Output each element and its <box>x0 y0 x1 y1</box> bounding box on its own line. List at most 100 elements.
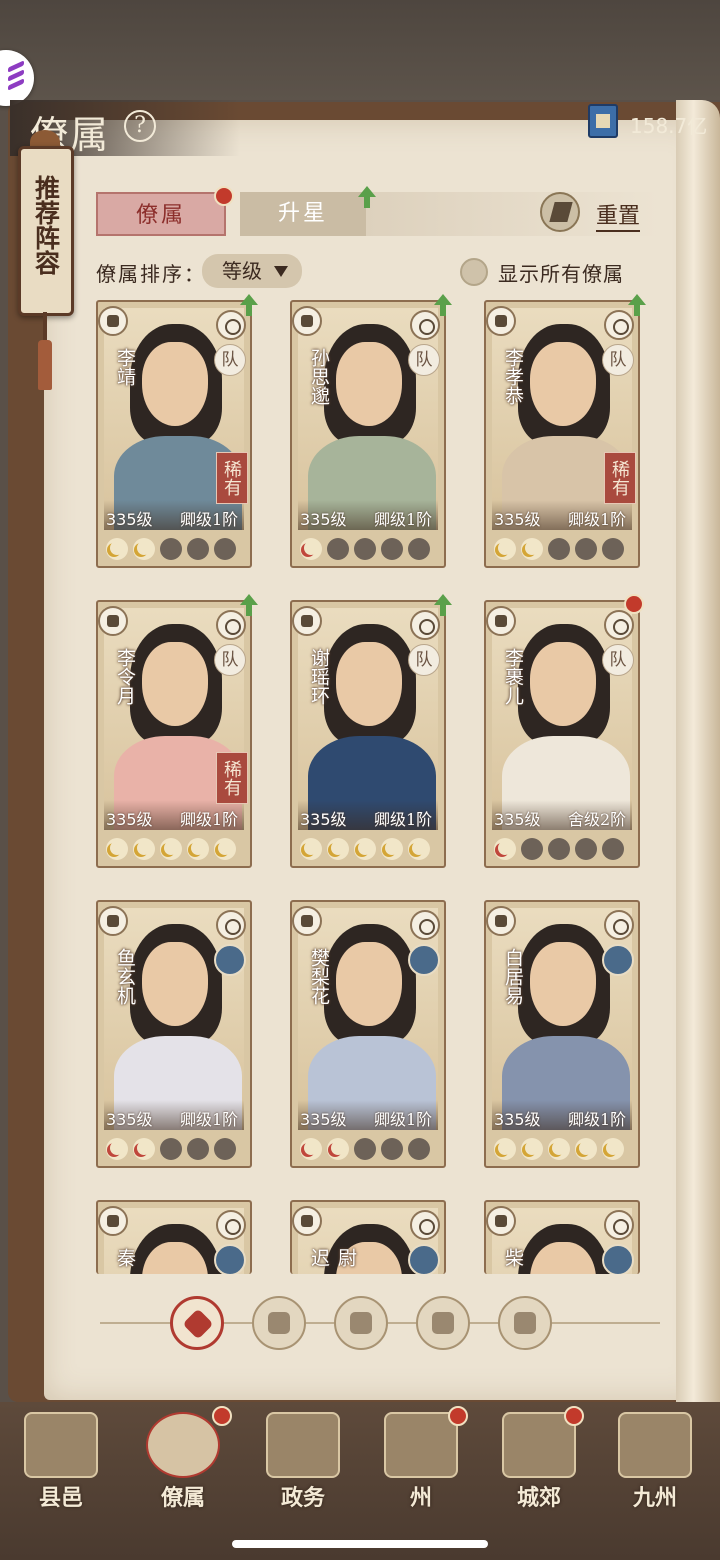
tassel-decoration <box>38 312 52 390</box>
class-emblem-icon <box>486 606 516 636</box>
recommended-lineup-label: 推荐阵容 <box>31 175 61 275</box>
reset-icon[interactable] <box>540 192 580 232</box>
attribute-type-icon <box>604 610 634 640</box>
empty-star-icon <box>160 1138 182 1160</box>
nav-label: 州 <box>409 1485 432 1511</box>
subordinate-card[interactable]: 鱼玄机 335级 卿级1阶 <box>96 900 252 1168</box>
home-indicator[interactable] <box>232 1540 488 1548</box>
moon-star-icon <box>494 1138 516 1160</box>
character-rank: 卿级1阶 <box>568 1110 627 1129</box>
moon-star-icon <box>575 1138 597 1160</box>
subordinate-card[interactable]: 秦 <box>96 1200 252 1274</box>
subordinate-card[interactable]: 白居易 335级 卿级1阶 <box>484 900 640 1168</box>
subordinate-card[interactable]: 李孝恭 队稀有 335级 卿级1阶 <box>484 300 640 568</box>
partner-avatar-icon <box>602 1244 634 1274</box>
character-level: 335级 <box>300 810 347 829</box>
moon-star-icon <box>300 838 322 860</box>
politics-category-icon[interactable] <box>498 1296 552 1350</box>
nav-affairs[interactable]: 政务 <box>248 1410 358 1520</box>
partner-avatar-icon <box>602 944 634 976</box>
portrait-face <box>530 642 596 726</box>
star-row <box>494 838 634 862</box>
nav-label: 政务 <box>280 1485 325 1511</box>
empty-star-icon <box>187 538 209 560</box>
moon-star-icon <box>106 538 128 560</box>
show-all-label: 显示所有僚属 <box>498 262 624 286</box>
help-icon[interactable]: ? <box>124 110 156 142</box>
moon-star-icon <box>133 538 155 560</box>
nav-notification-dot <box>564 1406 584 1426</box>
attribute-type-icon <box>216 1210 246 1240</box>
menu-bars-icon <box>8 60 24 92</box>
character-level: 335级 <box>494 810 541 829</box>
character-name: 孙思邈 <box>308 348 330 405</box>
nav-nine-provinces[interactable]: 九州 <box>600 1410 710 1520</box>
character-level: 335级 <box>300 510 347 529</box>
subordinate-card[interactable]: 谢瑶环 队 335级 卿级1阶 <box>290 600 446 868</box>
subordinate-card[interactable]: 孙思邈 队 335级 卿级1阶 <box>290 300 446 568</box>
all-category-icon[interactable] <box>170 1296 224 1350</box>
class-emblem-icon <box>98 1206 128 1236</box>
empty-star-icon <box>548 538 570 560</box>
nav-label: 城郊 <box>516 1485 561 1511</box>
wisdom-category-icon[interactable] <box>334 1296 388 1350</box>
portrait-face <box>336 342 402 426</box>
character-name: 李靖 <box>114 348 136 386</box>
subordinate-card[interactable]: 尉迟 <box>290 1200 446 1274</box>
character-name: 李裹儿 <box>502 648 524 705</box>
subordinate-card[interactable]: 李令月 队稀有 335级 卿级1阶 <box>96 600 252 868</box>
nav-county[interactable]: 县邑 <box>6 1410 116 1520</box>
tab-subordinates[interactable]: 僚属 <box>96 192 226 236</box>
show-all-toggle[interactable] <box>460 258 488 286</box>
moon-star-icon <box>602 1138 624 1160</box>
subordinate-card[interactable]: 李靖 队稀有 335级 卿级1阶 <box>96 300 252 568</box>
tab-star-up[interactable]: 升星 <box>240 192 366 236</box>
charm-category-icon[interactable] <box>416 1296 470 1350</box>
star-row <box>106 1138 246 1162</box>
empty-star-icon <box>408 1138 430 1160</box>
book-currency-icon <box>588 104 618 138</box>
character-level: 335级 <box>106 1110 153 1129</box>
class-emblem-icon <box>292 906 322 936</box>
class-emblem-icon <box>292 606 322 636</box>
class-emblem-icon <box>486 906 516 936</box>
sort-label: 僚属排序： <box>96 262 206 286</box>
subordinate-card[interactable]: 樊梨花 335级 卿级1阶 <box>290 900 446 1168</box>
nav-subordinates[interactable]: 僚属 <box>128 1410 238 1520</box>
class-emblem-icon <box>98 606 128 636</box>
star-up-arrow-icon <box>358 186 376 208</box>
character-level: 335级 <box>106 510 153 529</box>
attribute-type-icon <box>410 910 440 940</box>
recommended-lineup-banner[interactable]: 推荐阵容 <box>18 146 74 316</box>
team-badge: 队 <box>408 644 440 676</box>
team-badge: 队 <box>602 344 634 376</box>
moon-star-icon <box>494 538 516 560</box>
character-portrait <box>492 908 632 1130</box>
empty-star-icon <box>327 538 349 560</box>
moon-star-icon <box>327 1138 349 1160</box>
class-emblem-icon <box>98 906 128 936</box>
character-name: 秦 <box>114 1248 136 1267</box>
empty-star-icon <box>408 538 430 560</box>
partner-avatar-icon <box>408 944 440 976</box>
subordinate-card[interactable]: 李裹儿 队 335级 舍级2阶 <box>484 600 640 868</box>
top-bar <box>0 0 720 100</box>
empty-star-icon <box>187 1138 209 1160</box>
character-rank: 舍级2阶 <box>568 810 627 829</box>
reset-button[interactable]: 重置 <box>596 198 641 232</box>
team-badge: 队 <box>214 344 246 376</box>
character-name: 李孝恭 <box>502 348 524 405</box>
strength-category-icon[interactable] <box>252 1296 306 1350</box>
moon-star-icon <box>187 838 209 860</box>
nav-prefecture[interactable]: 州 <box>366 1410 476 1520</box>
team-badge: 队 <box>214 644 246 676</box>
portrait-face <box>530 342 596 426</box>
subordinate-card[interactable]: 柴 <box>484 1200 640 1274</box>
character-portrait <box>298 308 438 530</box>
empty-star-icon <box>548 838 570 860</box>
sort-dropdown[interactable]: 等级 <box>202 254 302 288</box>
category-filter-bar <box>100 1296 660 1352</box>
nav-suburbs[interactable]: 城郊 <box>484 1410 594 1520</box>
empty-star-icon <box>381 538 403 560</box>
character-name: 谢瑶环 <box>308 648 330 705</box>
